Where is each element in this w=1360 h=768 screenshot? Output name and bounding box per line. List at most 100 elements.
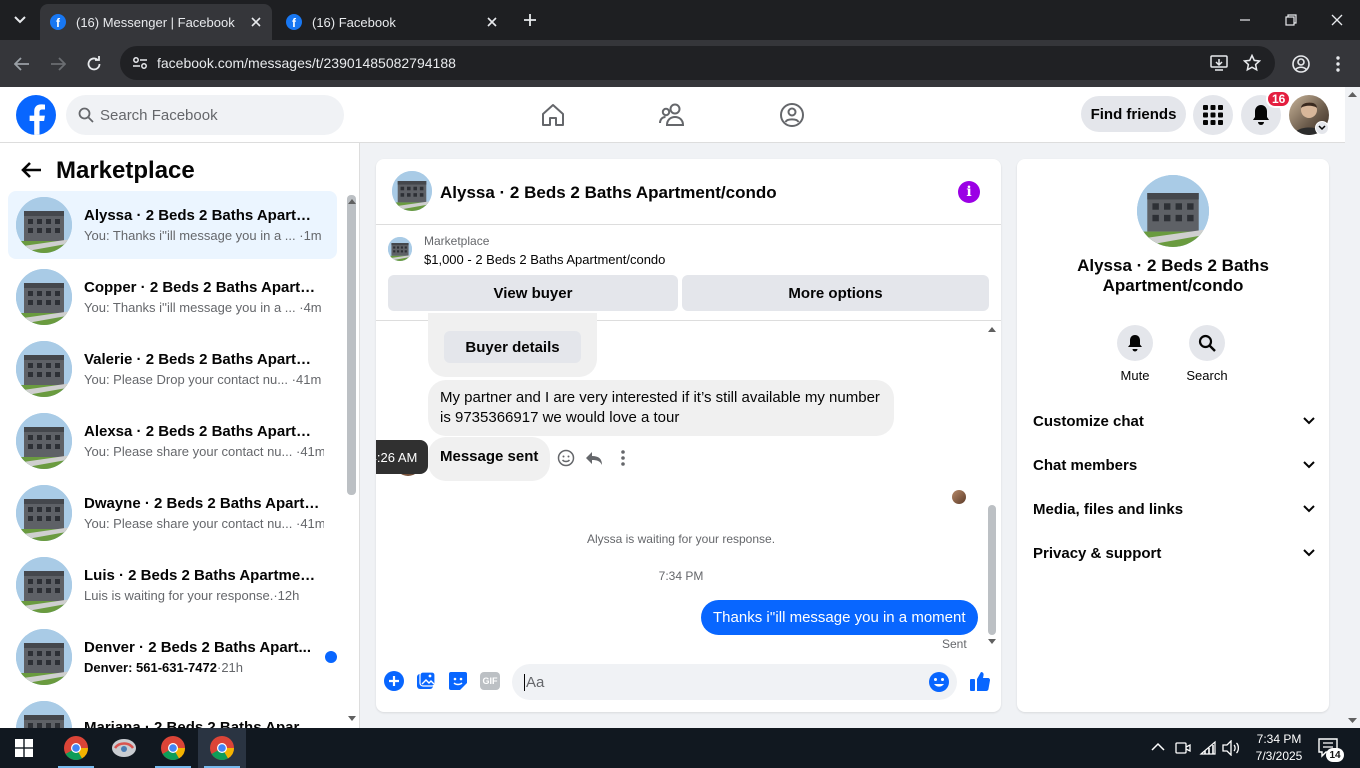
conversation-text: Valerie · 2 Beds 2 Baths Apartme... You: … bbox=[84, 351, 324, 387]
privacy-support-row[interactable]: Privacy & support bbox=[1033, 541, 1315, 565]
meet-now-icon[interactable] bbox=[1175, 740, 1191, 756]
waiting-notice: Alyssa is waiting for your response. bbox=[586, 532, 776, 546]
menu-button[interactable] bbox=[1193, 95, 1233, 135]
home-icon bbox=[542, 104, 564, 126]
groups-icon bbox=[780, 103, 804, 127]
chevron-down-icon bbox=[1303, 505, 1315, 513]
conversation-time: ·41m bbox=[296, 444, 324, 459]
tab-messenger[interactable]: f (16) Messenger | Facebook bbox=[40, 4, 272, 40]
profile-thumbnail[interactable] bbox=[1137, 175, 1209, 247]
more-actions-icon[interactable] bbox=[620, 449, 626, 467]
conversation-item[interactable]: Mariana · 2 Beds 2 Baths Apar... bbox=[8, 695, 337, 728]
account-chevron-icon[interactable] bbox=[1315, 121, 1329, 135]
minimize-icon bbox=[1240, 19, 1250, 21]
facebook-logo[interactable] bbox=[16, 95, 56, 135]
tab-search-button[interactable] bbox=[6, 6, 34, 34]
conversation-preview: Luis is waiting for your response. bbox=[84, 588, 274, 603]
sidebar-scrollbar[interactable] bbox=[347, 195, 356, 495]
tab-facebook[interactable]: f (16) Facebook bbox=[276, 4, 508, 40]
home-nav[interactable] bbox=[537, 99, 569, 131]
info-icon[interactable]: i bbox=[958, 181, 980, 203]
reload-button[interactable] bbox=[83, 53, 105, 75]
tab-close-icon[interactable] bbox=[484, 14, 500, 30]
volume-icon[interactable] bbox=[1222, 740, 1240, 756]
minimize-button[interactable] bbox=[1231, 6, 1259, 34]
conversation-item[interactable]: Denver · 2 Beds 2 Baths Apart... Denver: … bbox=[8, 623, 337, 691]
friends-nav[interactable] bbox=[657, 99, 689, 131]
chevron-down-icon bbox=[1303, 461, 1315, 469]
photo-icon[interactable] bbox=[415, 670, 437, 692]
chat-thumbnail[interactable] bbox=[392, 171, 432, 211]
like-thumb-icon[interactable] bbox=[968, 669, 992, 693]
conversation-text: Copper · 2 Beds 2 Baths Apartm... You: Th… bbox=[84, 279, 324, 315]
find-friends-button[interactable]: Find friends bbox=[1081, 96, 1186, 132]
gif-icon[interactable]: GIF bbox=[479, 670, 501, 692]
groups-nav[interactable] bbox=[776, 99, 808, 131]
emoji-icon[interactable] bbox=[928, 671, 950, 693]
react-icon[interactable] bbox=[557, 449, 575, 467]
taskbar-app-2[interactable] bbox=[100, 728, 148, 768]
bookmark-star-icon[interactable] bbox=[1243, 54, 1261, 72]
time-divider: 7:34 PM bbox=[658, 569, 704, 583]
sticker-icon[interactable] bbox=[447, 670, 469, 692]
page-scrollbar[interactable] bbox=[1345, 87, 1360, 728]
chat-members-row[interactable]: Chat members bbox=[1033, 453, 1315, 477]
chat-title[interactable]: Alyssa · 2 Beds 2 Baths Apartment/condo bbox=[440, 183, 777, 203]
plus-circle-icon[interactable] bbox=[383, 670, 405, 692]
conversation-preview: You: Please Drop your contact nu... bbox=[84, 372, 292, 387]
back-arrow-icon[interactable] bbox=[20, 161, 42, 179]
search-conversation-button[interactable]: Search bbox=[1177, 325, 1237, 383]
listing-thumbnail[interactable] bbox=[388, 237, 412, 261]
wifi-icon[interactable] bbox=[1199, 740, 1217, 756]
conversation-item[interactable]: Alexsa · 2 Beds 2 Baths Apartme... You: P… bbox=[8, 407, 337, 475]
notification-count-badge: 14 bbox=[1326, 748, 1344, 762]
conversation-time: ·12h bbox=[273, 588, 300, 603]
start-button[interactable] bbox=[0, 728, 48, 768]
conversation-item[interactable]: Alyssa · 2 Beds 2 Baths Apartme... You: T… bbox=[8, 191, 337, 259]
forward-button[interactable] bbox=[47, 53, 69, 75]
message-input[interactable]: Aa bbox=[512, 664, 957, 700]
browser-menu-button[interactable] bbox=[1327, 53, 1349, 75]
view-buyer-button[interactable]: View buyer bbox=[388, 275, 678, 311]
more-options-button[interactable]: More options bbox=[682, 275, 989, 311]
mute-button[interactable]: Mute bbox=[1105, 325, 1165, 383]
url-field[interactable]: facebook.com/messages/t/2390148508279418… bbox=[120, 46, 1275, 80]
conversation-item[interactable]: Valerie · 2 Beds 2 Baths Apartme... You: … bbox=[8, 335, 337, 403]
new-tab-button[interactable] bbox=[516, 6, 544, 34]
taskbar-chrome-2[interactable] bbox=[149, 728, 197, 768]
tab-close-icon[interactable] bbox=[248, 14, 264, 30]
reply-icon[interactable] bbox=[585, 449, 603, 467]
conversation-item[interactable]: Copper · 2 Beds 2 Baths Apartm... You: Th… bbox=[8, 263, 337, 331]
browser-tab-bar: f (16) Messenger | Facebook f (16) Faceb… bbox=[0, 0, 1360, 40]
clock-time: 7:34 PM bbox=[1256, 732, 1302, 746]
conversation-time: ·1m bbox=[299, 228, 322, 243]
restore-button[interactable] bbox=[1277, 6, 1305, 34]
conversation-time: ·21h bbox=[216, 660, 244, 675]
conversation-preview: You: Please share your contact nu... bbox=[84, 516, 296, 531]
conversation-item[interactable]: Dwayne · 2 Beds 2 Baths Apartm... You: Pl… bbox=[8, 479, 337, 547]
scroll-up-icon[interactable] bbox=[347, 197, 357, 205]
search-input[interactable]: Search Facebook bbox=[66, 95, 344, 135]
taskbar-chrome-3[interactable] bbox=[198, 728, 246, 768]
tray-chevron-up-icon[interactable] bbox=[1151, 742, 1165, 752]
install-app-icon[interactable] bbox=[1210, 55, 1228, 71]
scroll-down-icon[interactable] bbox=[347, 715, 357, 723]
listing-price[interactable]: $1,000 - 2 Beds 2 Baths Apartment/condo bbox=[424, 252, 665, 267]
buyer-details-button[interactable]: Buyer details bbox=[444, 331, 581, 363]
chat-header: Alyssa · 2 Beds 2 Baths Apartment/condo … bbox=[376, 159, 1001, 225]
back-button[interactable] bbox=[11, 53, 33, 75]
conversation-thumbnail bbox=[16, 269, 72, 325]
customize-chat-row[interactable]: Customize chat bbox=[1033, 409, 1315, 433]
scroll-up-icon[interactable] bbox=[987, 325, 997, 333]
system-clock[interactable]: 7:34 PM 7/3/2025 bbox=[1253, 731, 1305, 765]
chevron-down-icon bbox=[1303, 417, 1315, 425]
thread-scrollbar[interactable] bbox=[988, 505, 996, 635]
scroll-down-icon[interactable] bbox=[987, 638, 997, 646]
profile-button[interactable] bbox=[1290, 53, 1312, 75]
media-files-links-row[interactable]: Media, files and links bbox=[1033, 497, 1315, 521]
taskbar-chrome-1[interactable] bbox=[52, 728, 100, 768]
conversation-text: Luis · 2 Beds 2 Baths Apartment... Luis i… bbox=[84, 567, 324, 603]
site-settings-icon[interactable] bbox=[132, 56, 148, 70]
close-window-button[interactable] bbox=[1323, 6, 1351, 34]
conversation-item[interactable]: Luis · 2 Beds 2 Baths Apartment... Luis i… bbox=[8, 551, 337, 619]
